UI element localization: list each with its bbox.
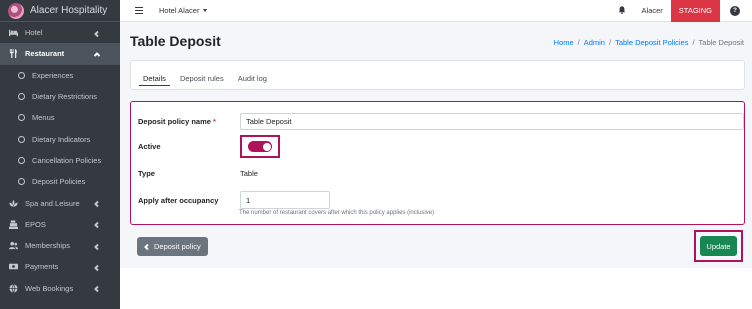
- occupancy-help-text: The number of restaurant covers after wh…: [239, 210, 435, 216]
- sidebar-item-label: Web Bookings: [25, 283, 74, 293]
- chevron-down-icon: [93, 51, 101, 57]
- sidebar-item-memberships[interactable]: Memberships: [0, 235, 120, 256]
- active-toggle-highlight: [240, 135, 280, 158]
- breadcrumb-deposit-policies[interactable]: Table Deposit Policies: [615, 38, 688, 47]
- active-toggle[interactable]: [248, 141, 272, 152]
- sidebar-item-dietary-restrictions[interactable]: Dietary Restrictions: [0, 86, 120, 107]
- hotel-selector-label: Hotel Alacer: [159, 6, 200, 15]
- user-menu[interactable]: Alacer: [642, 6, 663, 15]
- sidebar-item-label: Dietary Restrictions: [32, 92, 98, 102]
- type-label: Type: [138, 169, 155, 178]
- help-icon[interactable]: ?: [730, 5, 740, 16]
- sidebar-item-cancellation-policies[interactable]: Cancellation Policies: [0, 150, 120, 171]
- deposit-policy-name-label: Deposit policy name *: [138, 117, 216, 126]
- brand-name: Alacer Hospitality: [30, 5, 108, 16]
- sidebar-item-web-bookings[interactable]: Web Bookings: [0, 278, 120, 299]
- form-row-occupancy: Apply after occupancy 1: [138, 191, 330, 209]
- chevron-left-icon: [94, 264, 100, 272]
- circle-icon: [18, 135, 25, 143]
- sidebar-item-label: EPOS: [25, 219, 46, 229]
- sidebar-item-deposit-policies[interactable]: Deposit Policies: [0, 171, 120, 192]
- tab-details[interactable]: Details: [137, 74, 172, 89]
- brand-logo: [8, 2, 24, 19]
- sidebar-item-label: Menus: [32, 113, 55, 123]
- globe-icon: [8, 283, 19, 293]
- apply-after-occupancy-input[interactable]: 1: [240, 191, 330, 209]
- back-button-label: Deposit policy: [154, 242, 201, 251]
- tab-deposit-rules[interactable]: Deposit rules: [174, 74, 230, 89]
- breadcrumb-admin[interactable]: Admin: [584, 38, 605, 47]
- sidebar-item-epos[interactable]: EPOS: [0, 214, 120, 235]
- breadcrumb-separator: /: [608, 38, 612, 47]
- content-bottom: [120, 268, 752, 309]
- bell-icon[interactable]: [618, 5, 628, 16]
- circle-icon: [18, 156, 25, 164]
- users-icon: [8, 241, 19, 250]
- breadcrumb-separator: /: [692, 38, 695, 47]
- apply-after-occupancy-label: Apply after occupancy: [138, 195, 219, 205]
- breadcrumb-separator: /: [577, 38, 580, 47]
- sidebar-item-label: Restaurant: [25, 49, 65, 59]
- menu-toggle-icon[interactable]: [135, 7, 143, 14]
- caret-down-icon: [203, 9, 208, 12]
- sidebar-item-label: Memberships: [25, 241, 71, 251]
- deposit-policy-name-input[interactable]: Table Deposit: [240, 113, 744, 130]
- circle-icon: [18, 114, 25, 122]
- circle-icon: [18, 71, 25, 79]
- form-row-type: Type Table: [138, 169, 258, 178]
- environment-badge: STAGING: [670, 0, 720, 22]
- hotel-selector[interactable]: Hotel Alacer: [159, 6, 208, 15]
- active-label: Active: [138, 142, 161, 151]
- top-navbar: Hotel Alacer Alacer STAGING ?: [120, 0, 752, 22]
- circle-icon: [18, 93, 25, 101]
- breadcrumb-current: Table Deposit: [698, 38, 744, 47]
- sidebar-item-experiences[interactable]: Experiences: [0, 65, 120, 86]
- sidebar-item-label: Experiences: [32, 70, 74, 80]
- sidebar-item-label: Spa and Leisure: [25, 198, 80, 208]
- chevron-left-icon: [94, 221, 100, 229]
- sidebar-item-label: Deposit Policies: [32, 177, 86, 187]
- type-value: Table: [240, 169, 258, 178]
- tabs-card: Details Deposit rules Audit log: [130, 60, 745, 90]
- sidebar-item-label: Dietary Indicators: [32, 134, 91, 144]
- utensils-icon: [8, 49, 19, 59]
- sidebar-item-label: Payments: [25, 262, 59, 272]
- sidebar-nav: Hotel Restaurant Experiences Dietary Res…: [0, 22, 120, 299]
- cash-register-icon: [8, 220, 19, 229]
- page-title: Table Deposit: [130, 33, 221, 49]
- sidebar-item-restaurant[interactable]: Restaurant: [0, 43, 120, 65]
- spa-icon: [8, 199, 19, 208]
- back-to-deposit-policy-button[interactable]: Deposit policy: [137, 237, 208, 256]
- chevron-left-icon: [94, 200, 100, 208]
- chevron-left-icon: [94, 243, 100, 250]
- toggle-knob: [262, 142, 271, 151]
- topbar-right: Alacer STAGING ?: [618, 0, 752, 22]
- sidebar-item-label: Hotel: [25, 28, 43, 38]
- circle-icon: [18, 178, 25, 186]
- sidebar-item-label: Cancellation Policies: [32, 155, 102, 165]
- sidebar-item-payments[interactable]: Payments: [0, 256, 120, 277]
- form-row-name: Deposit policy name * Table Deposit: [138, 113, 744, 130]
- breadcrumb: Home / Admin / Table Deposit Policies / …: [554, 38, 744, 47]
- update-button[interactable]: Update: [700, 236, 737, 256]
- money-icon: [8, 262, 19, 271]
- chevron-left-icon: [94, 30, 100, 37]
- sidebar-item-hotel[interactable]: Hotel: [0, 22, 120, 43]
- chevron-left-icon: [144, 243, 149, 250]
- update-button-highlight: Update: [694, 230, 743, 262]
- form-row-active: Active: [138, 135, 280, 158]
- brand[interactable]: Alacer Hospitality: [0, 0, 120, 22]
- sidebar-item-spa-and-leisure[interactable]: Spa and Leisure: [0, 192, 120, 213]
- deposit-policy-form: Deposit policy name * Table Deposit Acti…: [130, 101, 745, 225]
- breadcrumb-home[interactable]: Home: [554, 38, 574, 47]
- sidebar-item-menus[interactable]: Menus: [0, 107, 120, 128]
- sidebar-item-dietary-indicators[interactable]: Dietary Indicators: [0, 128, 120, 149]
- sidebar: Alacer Hospitality Hotel Restaurant Expe…: [0, 0, 120, 309]
- tab-audit-log[interactable]: Audit log: [232, 74, 273, 89]
- bed-icon: [8, 28, 19, 37]
- chevron-left-icon: [94, 285, 100, 293]
